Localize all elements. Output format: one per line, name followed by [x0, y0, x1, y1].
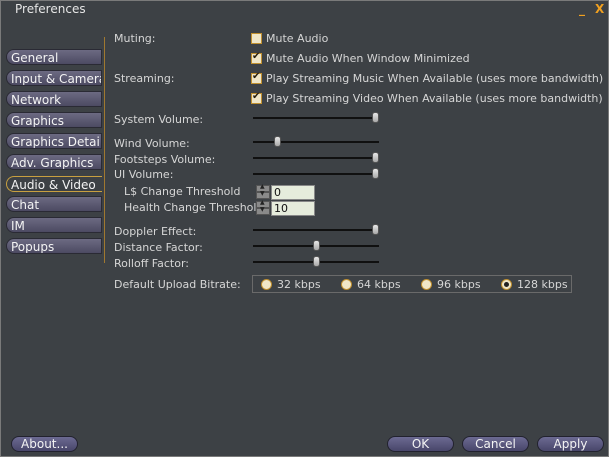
tab-im[interactable]: IM: [6, 217, 102, 233]
ok-button[interactable]: OK: [387, 436, 454, 452]
distance-factor-label: Distance Factor:: [114, 241, 203, 254]
rolloff-factor-thumb[interactable]: [312, 256, 320, 267]
system-volume-track[interactable]: [253, 117, 379, 119]
bitrate-128-radio[interactable]: [501, 279, 512, 290]
streaming-music-checkbox[interactable]: [251, 71, 262, 84]
wind-volume-track[interactable]: [253, 141, 379, 143]
bitrate-128-label: 128 kbps: [517, 278, 568, 291]
bitrate-96-label: 96 kbps: [437, 278, 481, 291]
streaming-video-label: Play Streaming Video When Available (use…: [266, 92, 603, 105]
ui-volume-label: UI Volume:: [114, 168, 174, 181]
bitrate-32-radio[interactable]: [261, 279, 272, 290]
title-bar[interactable]: Preferences _ X: [1, 1, 608, 19]
mute-audio-label: Mute Audio: [266, 32, 329, 45]
lindens-threshold-down-icon[interactable]: [256, 190, 270, 199]
tab-graphics[interactable]: Graphics: [6, 112, 102, 128]
mute-minimized-label: Mute Audio When Window Minimized: [266, 52, 470, 65]
tab-adv-graphics[interactable]: Adv. Graphics: [6, 154, 102, 170]
tab-panel-border: [104, 37, 105, 263]
cancel-button[interactable]: Cancel: [462, 436, 529, 452]
window-title: Preferences: [15, 2, 86, 16]
upload-bitrate-label: Default Upload Bitrate:: [114, 278, 241, 291]
bitrate-64-label: 64 kbps: [357, 278, 401, 291]
doppler-effect-label: Doppler Effect:: [114, 225, 197, 238]
bitrate-96-radio[interactable]: [421, 279, 432, 290]
streaming-label: Streaming:: [114, 72, 175, 85]
wind-volume-thumb[interactable]: [274, 136, 282, 147]
health-threshold-down-icon[interactable]: [256, 206, 270, 215]
streaming-video-checkbox[interactable]: [251, 91, 262, 104]
tab-network[interactable]: Network: [6, 91, 102, 107]
streaming-music-label: Play Streaming Music When Available (use…: [266, 72, 604, 85]
lindens-threshold-label: L$ Change Threshold: [124, 185, 241, 198]
distance-factor-thumb[interactable]: [312, 240, 320, 251]
health-threshold-input[interactable]: 10: [271, 201, 315, 216]
minimize-icon[interactable]: _: [579, 2, 585, 16]
tab-popups[interactable]: Popups: [6, 238, 102, 254]
upload-bitrate-radio-group: 32 kbps 64 kbps 96 kbps 128 kbps: [252, 275, 572, 293]
apply-button[interactable]: Apply: [537, 436, 604, 452]
doppler-effect-track[interactable]: [253, 229, 379, 231]
tab-general[interactable]: General: [6, 49, 102, 65]
ui-volume-thumb[interactable]: [372, 168, 379, 179]
tab-audio-video[interactable]: Audio & Video: [6, 176, 102, 192]
muting-label: Muting:: [114, 32, 156, 45]
ui-volume-track[interactable]: [253, 173, 379, 175]
tab-chat[interactable]: Chat: [6, 196, 102, 212]
footsteps-volume-track[interactable]: [253, 157, 379, 159]
footsteps-volume-label: Footsteps Volume:: [114, 153, 216, 166]
lindens-threshold-input[interactable]: 0: [271, 185, 315, 200]
system-volume-thumb[interactable]: [372, 112, 379, 123]
footsteps-volume-thumb[interactable]: [372, 152, 379, 163]
preferences-window: Preferences _ X General Input & Camera N…: [0, 0, 609, 457]
close-icon[interactable]: X: [595, 2, 604, 16]
health-threshold-label: Health Change Threshold: [124, 201, 264, 214]
system-volume-label: System Volume:: [114, 113, 204, 126]
mute-minimized-checkbox[interactable]: [251, 51, 262, 64]
rolloff-factor-label: Rolloff Factor:: [114, 257, 189, 270]
tab-graphics-detail[interactable]: Graphics Detail: [6, 133, 102, 149]
bitrate-64-radio[interactable]: [341, 279, 352, 290]
about-button[interactable]: About...: [11, 436, 78, 452]
doppler-effect-thumb[interactable]: [372, 224, 379, 235]
tab-input-camera[interactable]: Input & Camera: [6, 70, 102, 86]
wind-volume-label: Wind Volume:: [114, 137, 190, 150]
mute-audio-checkbox[interactable]: [251, 33, 262, 44]
bitrate-32-label: 32 kbps: [277, 278, 321, 291]
